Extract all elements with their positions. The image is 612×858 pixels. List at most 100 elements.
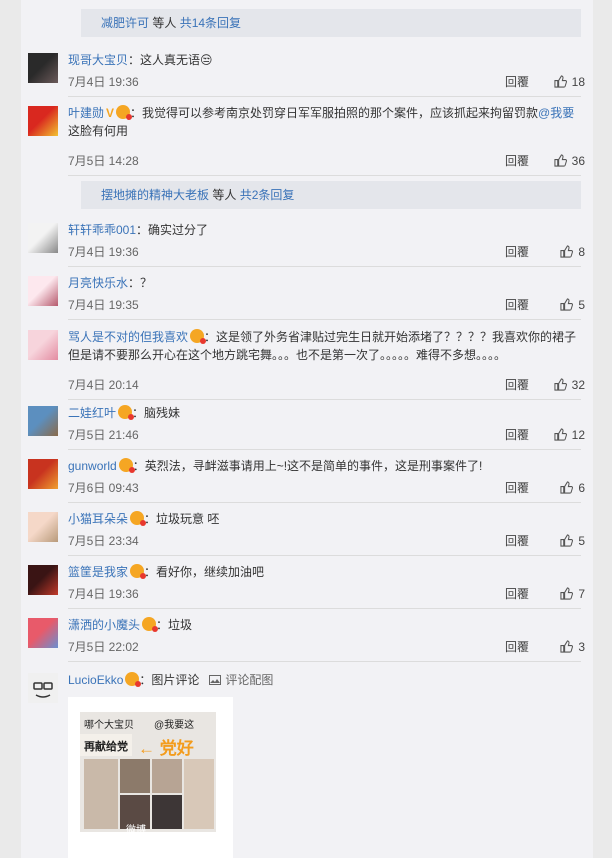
comment-actions: 回覆 5 (505, 532, 585, 550)
like-count: 3 (578, 640, 585, 654)
comment-body: 月亮快乐水：？ (68, 274, 581, 292)
comment-username[interactable]: LucioEkko (68, 673, 123, 687)
replies-user-link[interactable]: 减肥许可 (101, 16, 149, 30)
replies-mid-text: 等人 (209, 188, 240, 202)
comment-username[interactable]: 骂人是不对的但我喜欢 (68, 330, 188, 344)
thumbs-up-icon (554, 154, 567, 167)
comment-text: ：垃圾 (156, 618, 193, 632)
comment-username[interactable]: 小猫耳朵朵 (68, 512, 128, 526)
comment-body: 潇洒的小魔头 ：垃圾 (68, 616, 581, 634)
avatar[interactable] (28, 53, 58, 83)
comment-actions: 回覆 8 (505, 243, 585, 261)
replies-row[interactable]: 减肥许可 等人 共14条回复 (81, 9, 581, 37)
divider (68, 175, 581, 176)
comment-actions: 回覆 12 (505, 426, 585, 444)
like-button[interactable]: 6 (560, 479, 585, 497)
comment-username[interactable]: 现哥大宝贝 (68, 53, 128, 67)
comment-body: 轩轩乖乖001：确实过分了 (68, 221, 581, 239)
comment-body: 叶建勋 V ：我觉得可以参考南京处罚穿日军军服拍照的那个案件，应该抓起来拘留罚款@我… (68, 104, 581, 122)
replies-row[interactable]: 摆地摊的精神大老板 等人 共2条回复 (81, 181, 581, 209)
divider (68, 449, 581, 450)
divider (68, 399, 581, 400)
divider (68, 502, 581, 503)
reply-button[interactable]: 回覆 (505, 73, 529, 91)
thumbs-up-icon (554, 378, 567, 391)
mention-link[interactable]: @我要 (538, 106, 574, 120)
member-badge-icon (118, 405, 135, 420)
reply-button[interactable]: 回覆 (505, 426, 529, 444)
like-button[interactable]: 32 (554, 376, 585, 394)
avatar[interactable] (28, 330, 58, 360)
like-count: 12 (571, 428, 585, 442)
like-button[interactable]: 36 (554, 152, 585, 170)
comment-date: 7月5日 21:46 (68, 428, 139, 442)
image-watermark: 微博 (126, 825, 146, 836)
like-button[interactable]: 8 (560, 243, 585, 261)
member-badge-icon (130, 511, 147, 526)
reply-button[interactable]: 回覆 (505, 376, 529, 394)
replies-count-link[interactable]: 共2条回复 (240, 188, 295, 202)
member-badge-icon (142, 617, 159, 632)
like-button[interactable]: 5 (560, 296, 585, 314)
comment-username[interactable]: gunworld (68, 459, 117, 473)
comment-text: ：确实过分了 (136, 223, 209, 237)
comment-username[interactable]: 二娃红叶 (68, 406, 116, 420)
comment-image[interactable]: 哪个大宝贝 @我要这 再献给党 ← 党好 微博 (68, 697, 233, 858)
like-count: 5 (578, 534, 585, 548)
comment-text: ：脑残妹 (132, 406, 181, 420)
replies-count-link[interactable]: 共14条回复 (180, 16, 241, 30)
comment-text-line2: 这脸有何用 (68, 124, 129, 138)
comment-date: 7月5日 22:02 (68, 640, 139, 654)
comment-username[interactable]: 月亮快乐水 (68, 276, 128, 290)
avatar[interactable] (28, 406, 58, 436)
avatar[interactable] (28, 276, 58, 306)
comment-actions: 回覆 5 (505, 296, 585, 314)
comment-body: 篮筐是我家 ：看好你，继续加油吧 (68, 563, 581, 581)
reply-button[interactable]: 回覆 (505, 532, 529, 550)
image-icon (209, 675, 222, 685)
reply-button[interactable]: 回覆 (505, 479, 529, 497)
member-badge-icon (125, 672, 142, 687)
comment-username[interactable]: 潇洒的小魔头 (68, 618, 140, 632)
avatar[interactable] (28, 618, 58, 648)
comment-actions: 回覆 7 (505, 585, 585, 603)
reply-button[interactable]: 回覆 (505, 296, 529, 314)
member-badge-icon (190, 329, 207, 344)
thumbs-up-icon (560, 534, 574, 547)
avatar[interactable] (28, 673, 58, 703)
avatar[interactable] (28, 106, 58, 136)
avatar[interactable] (28, 565, 58, 595)
thumbs-up-icon (560, 587, 574, 600)
like-count: 36 (571, 154, 585, 168)
reply-button[interactable]: 回覆 (505, 585, 529, 603)
thumbs-up-icon (560, 640, 574, 653)
thumbs-up-icon (560, 298, 574, 311)
picture-comment-link[interactable]: 评论配图 (209, 673, 273, 687)
comment-username[interactable]: 轩轩乖乖001 (68, 223, 136, 237)
like-button[interactable]: 3 (560, 638, 585, 656)
thumbs-up-icon (554, 428, 567, 441)
like-button[interactable]: 7 (560, 585, 585, 603)
like-count: 6 (578, 481, 585, 495)
like-count: 5 (578, 298, 585, 312)
avatar[interactable] (28, 512, 58, 542)
like-button[interactable]: 12 (554, 426, 585, 444)
reply-button[interactable]: 回覆 (505, 152, 529, 170)
like-button[interactable]: 18 (554, 73, 585, 91)
image-caption-line1: 哪个大宝贝 (84, 720, 134, 731)
reply-button[interactable]: 回覆 (505, 243, 529, 261)
reply-button[interactable]: 回覆 (505, 638, 529, 656)
comment-date: 7月5日 23:34 (68, 534, 139, 548)
comment-date: 7月4日 19:36 (68, 587, 139, 601)
comment-text: ：英烈法，寻衅滋事请用上~!这不是简单的事件，这是刑事案件了! (132, 459, 483, 473)
comment-username[interactable]: 篮筐是我家 (68, 565, 128, 579)
divider (68, 661, 581, 662)
comment-body: 小猫耳朵朵 ：垃圾玩意 呸 (68, 510, 581, 528)
replies-user-link[interactable]: 摆地摊的精神大老板 (101, 188, 209, 202)
comment-username[interactable]: 叶建勋 (68, 106, 104, 120)
thumbs-up-icon (560, 245, 574, 258)
comment-text: ：这是领了外务省津贴过完生日就开始添堵了？？？？我喜欢你的裙子 (204, 330, 577, 344)
avatar[interactable] (28, 223, 58, 253)
like-button[interactable]: 5 (560, 532, 585, 550)
avatar[interactable] (28, 459, 58, 489)
